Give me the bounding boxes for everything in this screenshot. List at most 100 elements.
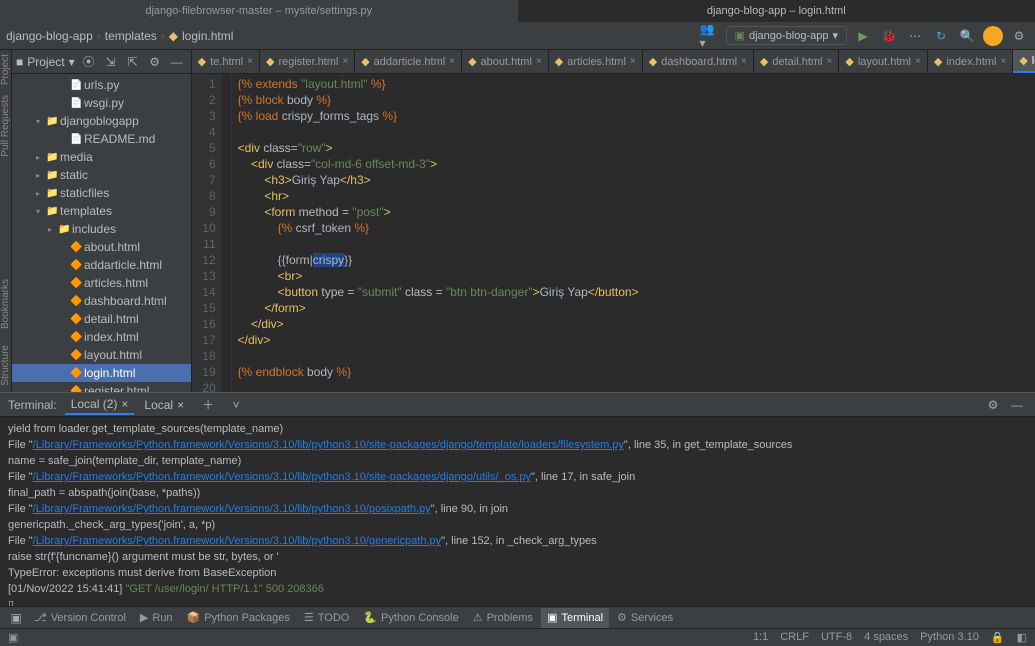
file-encoding[interactable]: UTF-8 (821, 631, 852, 644)
tree-item[interactable]: 🔶layout.html (12, 346, 191, 364)
editor-tab[interactable]: ◆about.html× (462, 50, 549, 73)
line-gutter: 1234567891011121314151617181920 (192, 74, 222, 392)
close-icon[interactable]: × (827, 56, 833, 67)
terminal-hide-icon[interactable]: — (1007, 395, 1027, 415)
editor-tab[interactable]: ◆dashboard.html× (643, 50, 754, 73)
close-icon[interactable]: × (449, 56, 455, 67)
chevron-right-icon: › (97, 29, 101, 43)
breadcrumb: django-blog-app › templates › ◆ login.ht… (6, 29, 233, 43)
status-bar: ▣ 1:1 CRLF UTF-8 4 spaces Python 3.10 🔒 … (0, 628, 1035, 646)
tool-tab[interactable]: ☰TODO (298, 608, 355, 628)
tree-item[interactable]: ▸📁staticfiles (12, 184, 191, 202)
tree-item[interactable]: 🔶detail.html (12, 310, 191, 328)
avatar[interactable] (983, 26, 1003, 46)
tree-item[interactable]: ▾📁djangoblogapp (12, 112, 191, 130)
editor-tab[interactable]: ◆layout.html× (839, 50, 928, 73)
window-tab-1[interactable]: django-filebrowser-master – mysite/setti… (0, 0, 518, 22)
status-square-icon[interactable]: ▣ (8, 631, 18, 644)
settings-icon[interactable]: ⚙ (145, 52, 165, 72)
close-icon[interactable]: × (915, 56, 921, 67)
search-icon[interactable]: 🔍 (957, 26, 977, 46)
pull-requests-tool-button[interactable]: Pull Requests (0, 95, 11, 157)
new-session-icon[interactable]: ＋ (198, 395, 218, 415)
editor-tab[interactable]: ◆addarticle.html× (355, 50, 462, 73)
bookmarks-tool-button[interactable]: Bookmarks (0, 279, 11, 329)
terminal-tab[interactable]: Local (2) × (65, 395, 135, 415)
close-icon[interactable]: × (121, 397, 128, 411)
tree-item[interactable]: 🔶dashboard.html (12, 292, 191, 310)
file-link[interactable]: /Library/Frameworks/Python.framework/Ver… (33, 503, 431, 515)
close-icon[interactable]: × (536, 56, 542, 67)
tree-item[interactable]: 🔶addarticle.html (12, 256, 191, 274)
editor-tab[interactable]: ◆index.html× (928, 50, 1013, 73)
indent-setting[interactable]: 4 spaces (864, 631, 908, 644)
lock-icon[interactable]: 🔒 (991, 631, 1005, 644)
select-opened-file-icon[interactable]: ⦿ (79, 52, 99, 72)
close-icon[interactable]: × (630, 56, 636, 67)
tool-tab[interactable]: ⚠Problems (467, 608, 539, 628)
tree-item[interactable]: ▾📁templates (12, 202, 191, 220)
close-icon[interactable]: × (177, 398, 184, 412)
more-run-icon[interactable]: ⋯ (905, 26, 925, 46)
tree-item[interactable]: 🔶login.html (12, 364, 191, 382)
tree-item[interactable]: ▸📁includes (12, 220, 191, 238)
close-icon[interactable]: × (342, 56, 348, 67)
editor-tab[interactable]: ◆te.html× (192, 50, 260, 73)
editor-tab[interactable]: ◆detail.html× (754, 50, 839, 73)
line-separator[interactable]: CRLF (780, 631, 809, 644)
terminal-settings-icon[interactable]: ⚙ (983, 395, 1003, 415)
project-panel: ■ Project ▾ ⦿ ⇲ ⇱ ⚙ — 📄urls.py📄wsgi.py▾📁… (12, 50, 192, 392)
tree-item[interactable]: ▸📁media (12, 148, 191, 166)
close-icon[interactable]: × (247, 56, 253, 67)
tree-item[interactable]: 📄urls.py (12, 76, 191, 94)
tool-tab[interactable]: ⎇Version Control (28, 608, 132, 628)
editor-tab[interactable]: ◆login.html× (1013, 50, 1035, 73)
tree-item[interactable]: 🔶register.html (12, 382, 191, 392)
python-interpreter[interactable]: Python 3.10 (920, 631, 979, 644)
breadcrumb-item[interactable]: templates (105, 29, 157, 43)
stop-icon[interactable]: ↻ (931, 26, 951, 46)
users-icon[interactable]: 👥▾ (700, 26, 720, 46)
close-icon[interactable]: × (741, 56, 747, 67)
close-icon[interactable]: × (1000, 56, 1006, 67)
debug-icon[interactable]: 🐞 (879, 26, 899, 46)
file-link[interactable]: /Library/Frameworks/Python.framework/Ver… (33, 471, 531, 483)
breadcrumb-file[interactable]: login.html (182, 29, 233, 43)
caret-position[interactable]: 1:1 (753, 631, 768, 644)
tree-item[interactable]: 🔶index.html (12, 328, 191, 346)
tool-tab[interactable]: ⚙Services (611, 608, 679, 628)
terminal-tab[interactable]: Local × (138, 395, 190, 415)
dropdown-icon[interactable]: ˅ (226, 395, 246, 415)
tree-item[interactable]: ▸📁static (12, 166, 191, 184)
tool-tab[interactable]: ▶Run (134, 608, 179, 628)
editor-tab[interactable]: ◆register.html× (260, 50, 355, 73)
tool-tab[interactable]: 📦Python Packages (181, 608, 296, 628)
tool-tab[interactable]: 🐍Python Console (357, 608, 464, 628)
tree-item[interactable]: 🔶about.html (12, 238, 191, 256)
tree-item[interactable]: 📄README.md (12, 130, 191, 148)
hide-icon[interactable]: — (167, 52, 187, 72)
code-content[interactable]: {% extends "layout.html" %} {% block bod… (232, 74, 1035, 392)
run-icon[interactable]: ▶ (853, 26, 873, 46)
tree-item[interactable]: 🔶articles.html (12, 274, 191, 292)
collapse-all-icon[interactable]: ⇱ (123, 52, 143, 72)
status-widget-icon[interactable]: ◧ (1017, 631, 1027, 644)
tool-window-square-icon[interactable]: ▣ (6, 608, 26, 628)
expand-all-icon[interactable]: ⇲ (101, 52, 121, 72)
project-tree[interactable]: 📄urls.py📄wsgi.py▾📁djangoblogapp📄README.m… (12, 74, 191, 392)
project-tool-button[interactable]: Project (0, 54, 11, 85)
file-link[interactable]: /Library/Frameworks/Python.framework/Ver… (33, 535, 441, 547)
file-link[interactable]: /Library/Frameworks/Python.framework/Ver… (33, 439, 624, 451)
window-tab-2[interactable]: django-blog-app – login.html (518, 0, 1035, 22)
editor-tab[interactable]: ◆articles.html× (549, 50, 643, 73)
project-panel-title[interactable]: ■ Project ▾ (16, 55, 75, 69)
terminal-output[interactable]: yield from loader.get_template_sources(t… (0, 417, 1035, 606)
structure-tool-button[interactable]: Structure (0, 345, 11, 386)
run-config-select[interactable]: ▣django-blog-app ▾ (726, 26, 847, 45)
breadcrumb-root[interactable]: django-blog-app (6, 29, 93, 43)
fold-column (222, 74, 232, 392)
gear-icon[interactable]: ⚙ (1009, 26, 1029, 46)
editor-body[interactable]: 1234567891011121314151617181920 {% exten… (192, 74, 1035, 392)
tool-tab[interactable]: ▣Terminal (541, 608, 609, 628)
tree-item[interactable]: 📄wsgi.py (12, 94, 191, 112)
